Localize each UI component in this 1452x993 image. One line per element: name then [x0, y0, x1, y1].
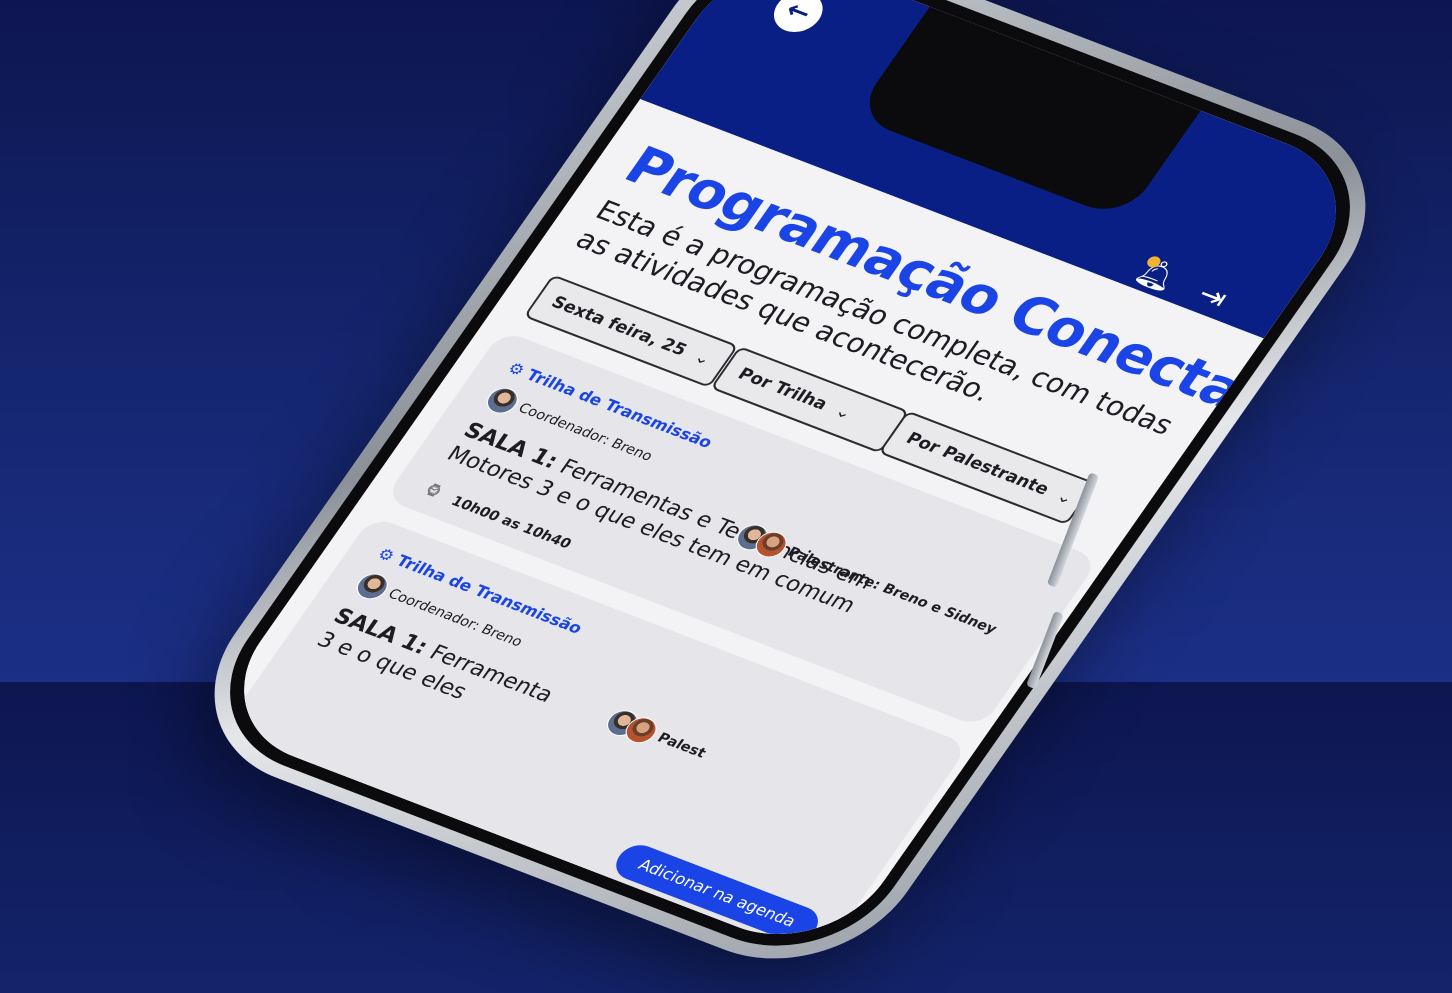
phone-bezel: ← 🔔︎ ⇥ Programação Conecta Esta é a prog… [185, 0, 1395, 976]
track-filter-label: Por Trilha [733, 364, 832, 415]
phone-frame: ← 🔔︎ ⇥ Programação Conecta Esta é a prog… [164, 0, 1416, 993]
back-button[interactable]: ← [764, 0, 832, 39]
phone-notch [853, 6, 1201, 221]
day-filter-label: Sexta feira, 25 [547, 292, 691, 361]
chevron-down-icon: ⌄ [1052, 486, 1078, 509]
add-to-agenda-button[interactable]: Adicionar na agenda [608, 839, 826, 947]
phone-mockup: ← 🔔︎ ⇥ Programação Conecta Esta é a prog… [0, 0, 1452, 993]
app-screen: ← 🔔︎ ⇥ Programação Conecta Esta é a prog… [203, 0, 1377, 962]
chevron-down-icon: ⌄ [830, 401, 856, 424]
arrow-left-icon: ← [779, 0, 818, 29]
logout-icon: ⇥ [1190, 277, 1235, 316]
chevron-down-icon: ⌄ [689, 347, 716, 370]
speaker-filter-label: Por Palestrante [901, 428, 1053, 500]
clock-icon: ⌚︎ [418, 479, 448, 504]
